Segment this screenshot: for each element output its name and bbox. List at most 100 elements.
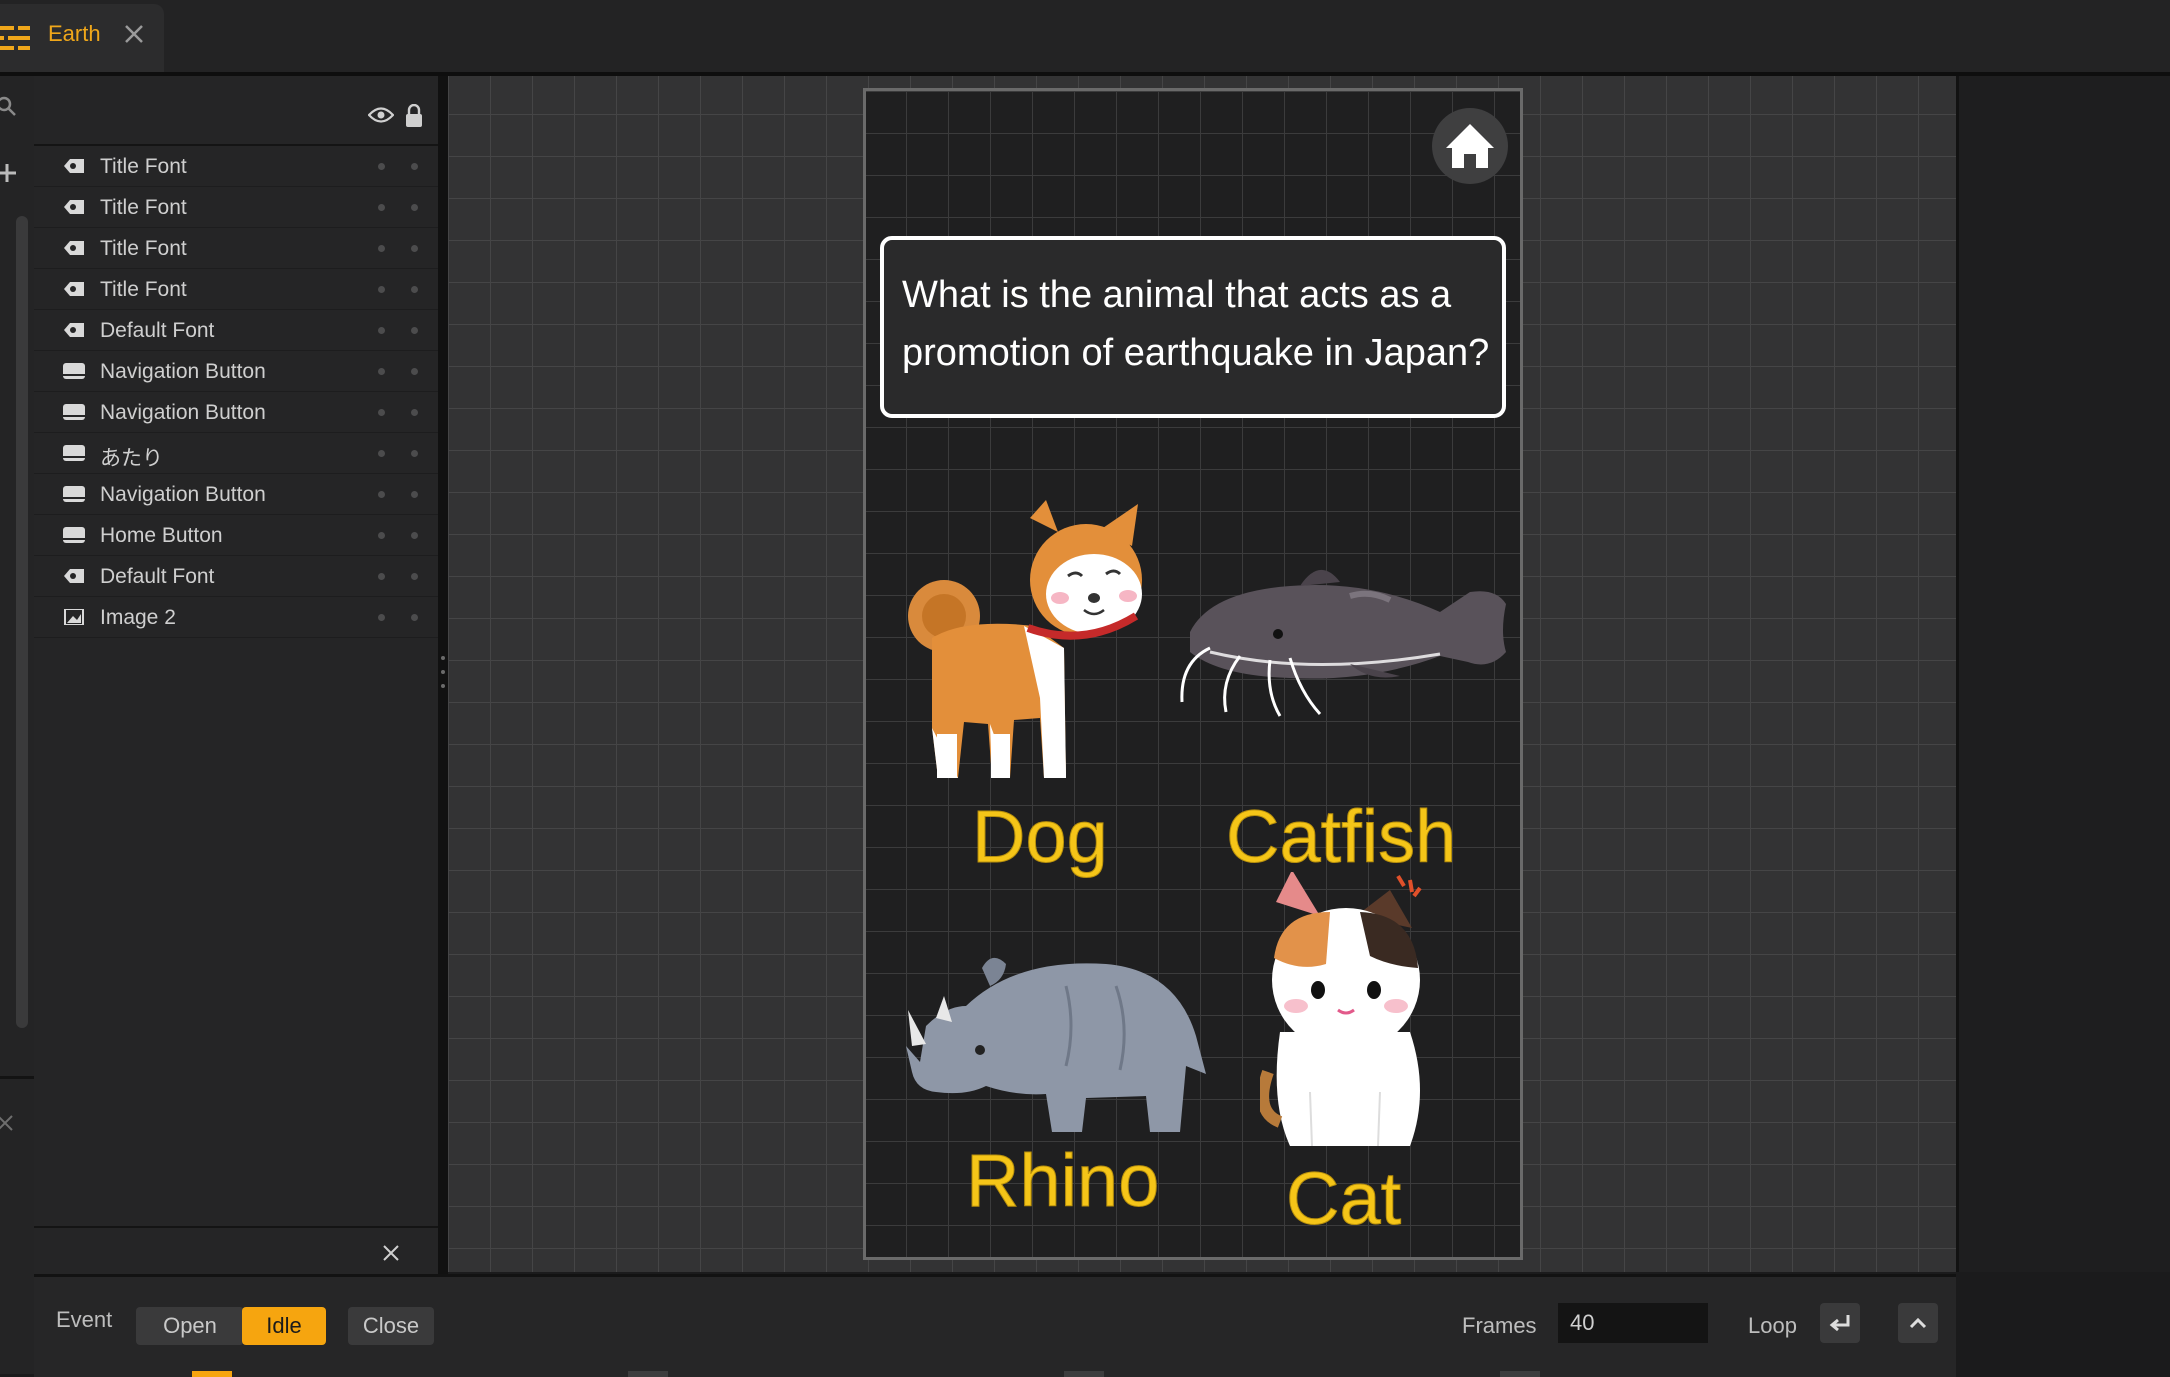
timeline-cursor[interactable]	[192, 1371, 232, 1377]
button-layer-icon	[62, 445, 86, 461]
lock-toggle[interactable]	[411, 163, 418, 170]
layer-label: Title Font	[100, 278, 187, 301]
layer-row[interactable]: Image 2	[34, 597, 438, 638]
layer-label: Home Button	[100, 524, 223, 547]
button-layer-icon	[62, 527, 86, 543]
layers-panel: Title Font Title Font Title Font Title Font…	[34, 76, 438, 1274]
drag-handle-icon[interactable]	[441, 654, 445, 690]
layer-row[interactable]: Title Font	[34, 269, 438, 310]
text-layer-icon	[62, 199, 86, 215]
add-icon[interactable]	[0, 162, 18, 184]
layer-label: あたり	[100, 447, 163, 470]
lock-toggle[interactable]	[411, 245, 418, 252]
document-tab[interactable]: Earth	[0, 4, 164, 72]
loop-icon	[1829, 1315, 1850, 1332]
text-layer-icon	[62, 322, 86, 338]
layer-row[interactable]: Navigation Button	[34, 474, 438, 515]
loop-label: Loop	[1748, 1313, 1797, 1338]
lock-toggle[interactable]	[411, 409, 418, 416]
layer-row[interactable]: Title Font	[34, 187, 438, 228]
frames-input[interactable]	[1558, 1303, 1708, 1343]
timeline-tick	[1064, 1371, 1104, 1377]
lock-toggle[interactable]	[411, 286, 418, 293]
layers-footer	[34, 1226, 438, 1276]
button-layer-icon	[62, 486, 86, 502]
visibility-toggle[interactable]	[378, 327, 385, 334]
divider	[0, 1076, 34, 1079]
visibility-toggle[interactable]	[378, 532, 385, 539]
visibility-toggle[interactable]	[378, 450, 385, 457]
layer-label: Title Font	[100, 237, 187, 260]
visibility-toggle[interactable]	[378, 245, 385, 252]
event-idle-button[interactable]: Idle	[242, 1307, 326, 1345]
timeline-tick	[628, 1371, 668, 1377]
chevron-up-icon	[1909, 1317, 1927, 1329]
close-icon[interactable]	[380, 1242, 402, 1264]
panel-splitter[interactable]	[438, 76, 448, 1274]
visibility-toggle[interactable]	[378, 614, 385, 621]
frames-label: Frames	[1462, 1313, 1537, 1338]
dog-image[interactable]	[904, 498, 1154, 782]
tool-strip	[0, 76, 34, 1374]
answer-catfish[interactable]: Catfish	[1225, 794, 1456, 879]
layer-label: Image 2	[100, 606, 176, 629]
lock-toggle[interactable]	[411, 491, 418, 498]
layer-label: Default Font	[100, 319, 215, 342]
cat-image[interactable]	[1260, 872, 1432, 1152]
lock-toggle[interactable]	[411, 327, 418, 334]
loop-button[interactable]	[1820, 1303, 1860, 1343]
answer-rhino[interactable]: Rhino	[965, 1138, 1159, 1223]
catfish-image[interactable]	[1170, 552, 1510, 722]
lock-toggle[interactable]	[411, 532, 418, 539]
text-layer-icon	[62, 281, 86, 297]
lock-toggle[interactable]	[411, 204, 418, 211]
eye-icon[interactable]	[368, 106, 394, 124]
visibility-toggle[interactable]	[378, 573, 385, 580]
visibility-toggle[interactable]	[378, 163, 385, 170]
layer-row[interactable]: Title Font	[34, 146, 438, 187]
visibility-toggle[interactable]	[378, 204, 385, 211]
rhino-image[interactable]	[906, 946, 1216, 1138]
visibility-toggle[interactable]	[378, 409, 385, 416]
event-open-button[interactable]: Open	[136, 1307, 244, 1345]
event-label: Event	[56, 1307, 113, 1332]
close-icon[interactable]	[0, 1112, 16, 1134]
lock-toggle[interactable]	[411, 450, 418, 457]
text-layer-icon	[62, 568, 86, 584]
search-icon[interactable]	[0, 96, 18, 118]
answer-cat[interactable]: Cat	[1285, 1156, 1401, 1241]
menu-icon[interactable]	[0, 26, 30, 50]
layer-label: Title Font	[100, 196, 187, 219]
home-button[interactable]	[1432, 108, 1508, 184]
layer-row[interactable]: あたり	[34, 433, 438, 474]
close-tab-icon[interactable]	[120, 20, 148, 48]
scrollbar[interactable]	[16, 216, 28, 1028]
layers-header	[34, 76, 438, 146]
lock-icon[interactable]	[404, 104, 424, 128]
visibility-toggle[interactable]	[378, 491, 385, 498]
event-bar: Event Open Idle Close Frames Loop	[34, 1274, 1956, 1377]
layer-row[interactable]: Navigation Button	[34, 392, 438, 433]
tab-bar: Earth	[0, 0, 2170, 72]
lock-toggle[interactable]	[411, 573, 418, 580]
visibility-toggle[interactable]	[378, 286, 385, 293]
answer-dog[interactable]: Dog	[972, 794, 1109, 879]
lock-toggle[interactable]	[411, 368, 418, 375]
layer-label: Navigation Button	[100, 401, 266, 424]
layer-row[interactable]: Default Font	[34, 556, 438, 597]
collapse-button[interactable]	[1898, 1303, 1938, 1343]
layer-row[interactable]: Title Font	[34, 228, 438, 269]
lock-toggle[interactable]	[411, 614, 418, 621]
visibility-toggle[interactable]	[378, 368, 385, 375]
layer-row[interactable]: Home Button	[34, 515, 438, 556]
layer-row[interactable]: Default Font	[34, 310, 438, 351]
layer-row[interactable]: Navigation Button	[34, 351, 438, 392]
question-text: What is the animal that acts as a promot…	[902, 274, 1490, 374]
layer-label: Navigation Button	[100, 483, 266, 506]
timeline-tick	[1500, 1371, 1540, 1377]
event-close-button[interactable]: Close	[348, 1307, 434, 1345]
tab-title[interactable]: Earth	[48, 21, 101, 47]
layer-label: Default Font	[100, 565, 215, 588]
button-layer-icon	[62, 363, 86, 379]
layer-label: Title Font	[100, 155, 187, 178]
